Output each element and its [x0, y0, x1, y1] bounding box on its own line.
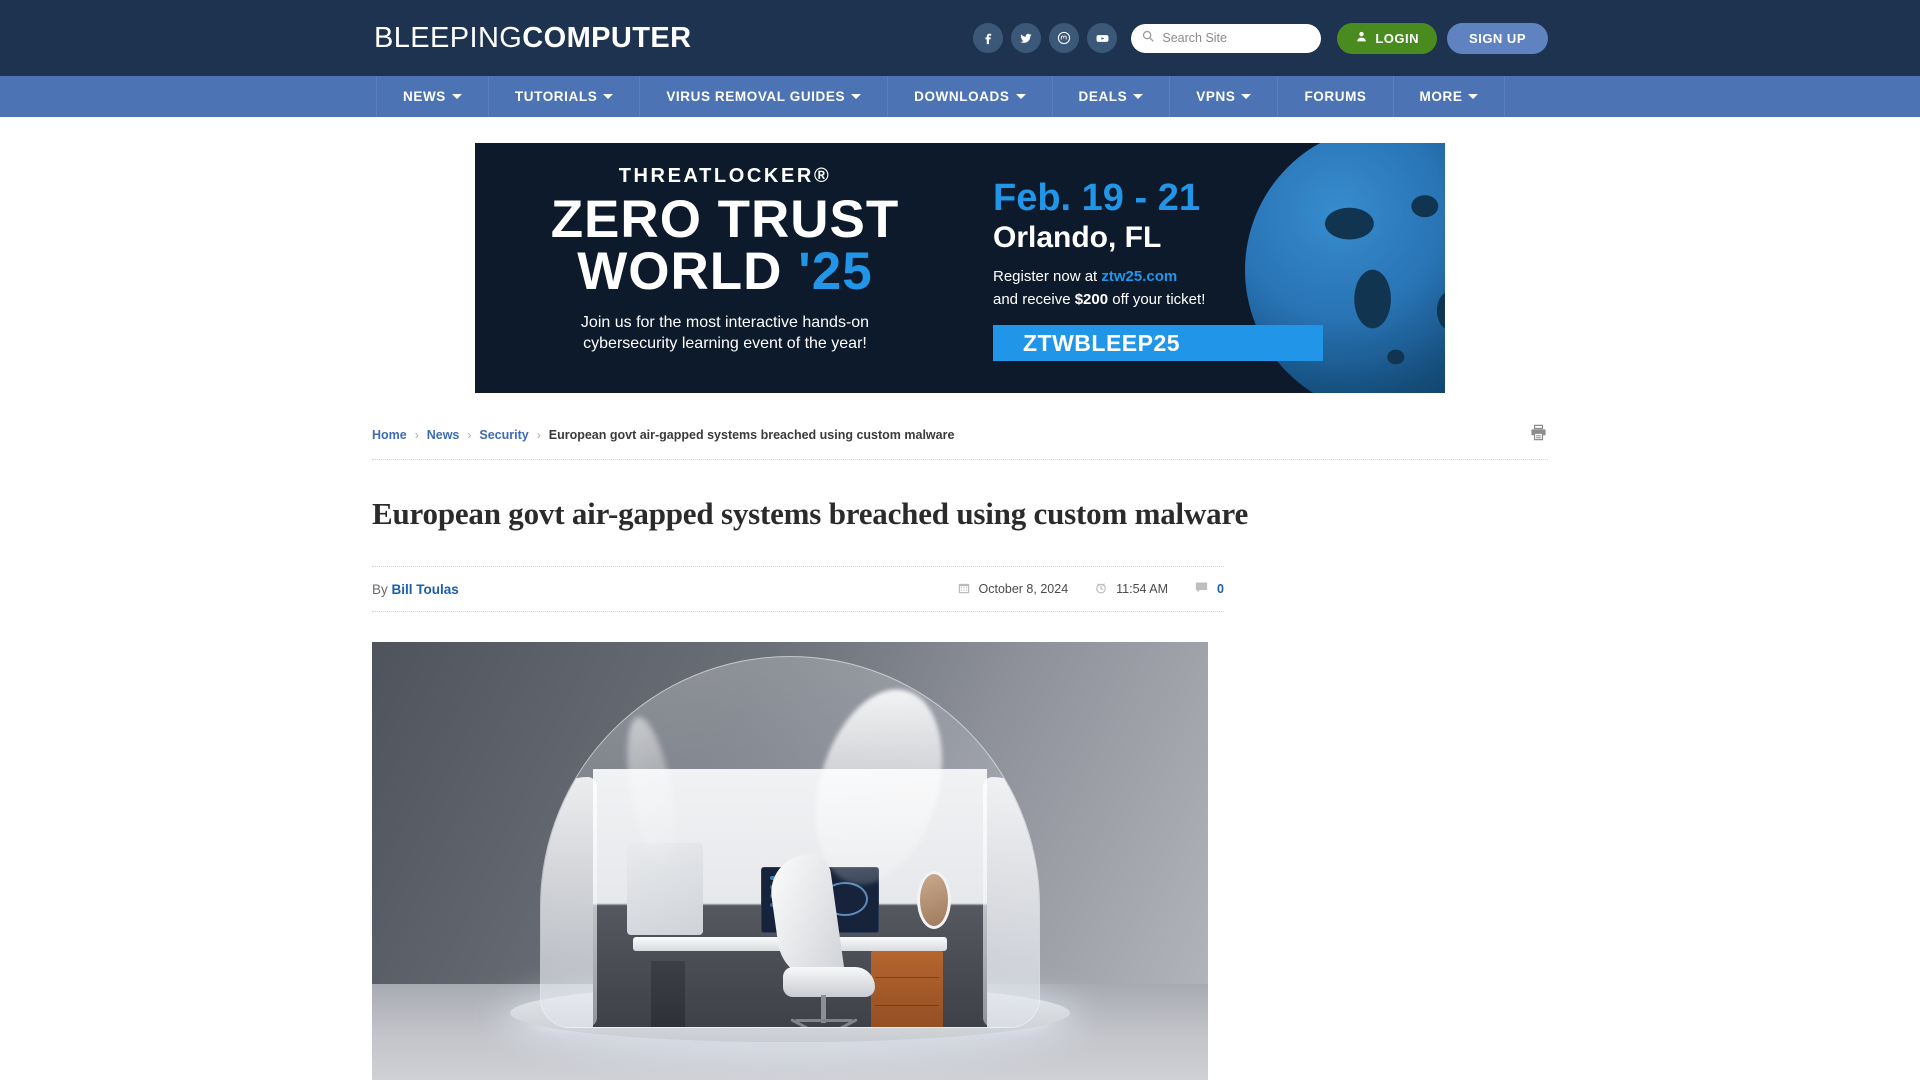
nav-item-vpns[interactable]: VPNS — [1170, 76, 1279, 117]
nav-item-more[interactable]: MORE — [1394, 76, 1506, 117]
main-navigation: NEWS TUTORIALS VIRUS REMOVAL GUIDES DOWN… — [0, 76, 1920, 117]
nav-label: DOWNLOADS — [914, 89, 1010, 104]
search-icon — [1141, 29, 1155, 48]
nav-item-downloads[interactable]: DOWNLOADS — [888, 76, 1053, 117]
ad-receive-suffix: off your ticket! — [1108, 290, 1206, 308]
breadcrumb-separator-icon: › — [414, 428, 419, 442]
publish-time-label: 11:54 AM — [1116, 582, 1169, 596]
pod-window — [917, 871, 951, 929]
ad-subtitle-line1: Join us for the most interactive hands-o… — [580, 313, 870, 331]
article-meta: October 8, 2024 11:54 AM 0 — [957, 580, 1224, 598]
nav-item-forums[interactable]: FORUMS — [1278, 76, 1394, 117]
chevron-down-icon — [603, 94, 614, 99]
calendar-icon — [957, 581, 971, 598]
author-link[interactable]: Bill Toulas — [392, 582, 459, 597]
ad-register-text: Register now at ztw25.com and receive $2… — [993, 266, 1445, 311]
ad-receive-prefix: and receive — [993, 290, 1075, 308]
pod-shell-left — [541, 777, 597, 1027]
login-button-label: LOGIN — [1375, 30, 1420, 46]
breadcrumb-row: Home › News › Security › European govt a… — [372, 413, 1548, 460]
chevron-down-icon — [851, 94, 862, 99]
publish-time: 11:54 AM — [1094, 581, 1168, 598]
breadcrumb-item-current: European govt air-gapped systems breache… — [548, 428, 955, 442]
logo-text-light: BLEEPING — [374, 21, 523, 54]
ad-event-date: Feb. 19 - 21 — [993, 177, 1200, 219]
youtube-icon[interactable] — [1087, 23, 1118, 53]
article-hero-image — [372, 642, 1208, 1080]
mastodon-icon[interactable] — [1049, 23, 1080, 53]
byline-prefix: By — [372, 581, 392, 597]
nav-label: DEALS — [1078, 89, 1128, 104]
nav-label: VPNS — [1196, 89, 1236, 104]
site-header: BLEEPINGCOMPUTER Search Site LOGIN SIGN … — [0, 0, 1920, 76]
computer-tower — [651, 961, 685, 1027]
chevron-down-icon — [451, 94, 462, 99]
ad-subtitle: Join us for the most interactive hands-o… — [475, 312, 975, 355]
twitter-icon[interactable] — [1011, 23, 1042, 53]
nav-item-tutorials[interactable]: TUTORIALS — [489, 76, 641, 117]
site-logo[interactable]: BLEEPINGCOMPUTER — [372, 22, 691, 55]
user-icon — [1355, 30, 1368, 46]
signup-button[interactable]: SIGN UP — [1447, 22, 1548, 54]
breadcrumb: Home › News › Security › European govt a… — [372, 428, 954, 442]
comment-count: 0 — [1217, 582, 1224, 596]
nav-item-virus-removal-guides[interactable]: VIRUS REMOVAL GUIDES — [640, 76, 889, 117]
ad-register-link[interactable]: ztw25.com — [1101, 268, 1177, 285]
page-title: European govt air-gapped systems breache… — [372, 496, 1249, 531]
comment-bubble-icon — [1194, 580, 1209, 598]
logo-text-bold: COMPUTER — [522, 21, 692, 54]
nav-label: NEWS — [403, 89, 446, 104]
ad-subtitle-line2: cybersecurity learning event of the year… — [583, 335, 867, 353]
wooden-cabinet — [871, 951, 943, 1027]
main-content: Home › News › Security › European govt a… — [372, 393, 1548, 1080]
nav-item-news[interactable]: NEWS — [377, 76, 489, 117]
ad-title-line2: WORLD — [577, 241, 783, 301]
breadcrumb-item-security[interactable]: Security — [479, 428, 528, 442]
nav-label: FORUMS — [1304, 89, 1367, 104]
login-button[interactable]: LOGIN — [1337, 22, 1438, 54]
breadcrumb-item-home[interactable]: Home — [372, 428, 407, 442]
publish-date-label: October 8, 2024 — [978, 582, 1069, 596]
chevron-down-icon — [1468, 94, 1479, 99]
ad-title-line1: ZERO TRUST — [550, 190, 900, 249]
breadcrumb-separator-icon: › — [536, 428, 541, 442]
breadcrumb-item-news[interactable]: News — [427, 428, 460, 442]
facebook-icon[interactable] — [973, 23, 1004, 53]
ad-register-prefix: Register now at — [993, 268, 1102, 286]
nav-label: TUTORIALS — [514, 89, 598, 104]
chair-seat — [783, 967, 875, 997]
glass-dome-pod — [540, 656, 1040, 1028]
chair-legs — [795, 1019, 853, 1022]
article-byline-row: By Bill Toulas October 8, 2024 11:54 AM … — [372, 566, 1224, 612]
threatlocker-banner-ad[interactable]: THREATLOCKER® ZERO TRUST WORLD '25 Join … — [475, 143, 1445, 393]
ad-discount-amount: $200 — [1074, 290, 1109, 308]
advertisement-region: THREATLOCKER® ZERO TRUST WORLD '25 Join … — [372, 117, 1548, 393]
breadcrumb-separator-icon: › — [467, 428, 472, 442]
ad-promo-code: ZTWBLEEP25 — [993, 325, 1323, 362]
ad-title-year: '25 — [798, 241, 873, 301]
comment-count-group[interactable]: 0 — [1194, 580, 1224, 598]
social-links — [973, 23, 1118, 53]
printer-icon[interactable] — [1529, 423, 1548, 447]
ad-event-city: Orlando, FL — [993, 220, 1162, 254]
chevron-down-icon — [1241, 94, 1252, 99]
byline: By Bill Toulas — [372, 582, 459, 597]
nav-label: MORE — [1419, 89, 1463, 104]
nav-item-deals[interactable]: DEALS — [1053, 76, 1171, 117]
signup-button-label: SIGN UP — [1469, 30, 1526, 46]
clock-icon — [1094, 581, 1108, 598]
ad-title-line2-row: WORLD '25 — [475, 245, 975, 298]
nav-label: VIRUS REMOVAL GUIDES — [666, 89, 846, 104]
ad-brand: THREATLOCKER® — [618, 165, 832, 187]
ad-left-column: THREATLOCKER® ZERO TRUST WORLD '25 Join … — [475, 143, 975, 393]
ad-right-column: Feb. 19 - 21 Orlando, FL Register now at… — [975, 143, 1445, 393]
chevron-down-icon — [1015, 94, 1026, 99]
chevron-down-icon — [1133, 94, 1144, 99]
pod-shell-right — [983, 777, 1039, 1027]
publish-date: October 8, 2024 — [957, 581, 1069, 598]
search-input[interactable] — [1162, 31, 1312, 45]
search-box[interactable] — [1131, 23, 1322, 53]
